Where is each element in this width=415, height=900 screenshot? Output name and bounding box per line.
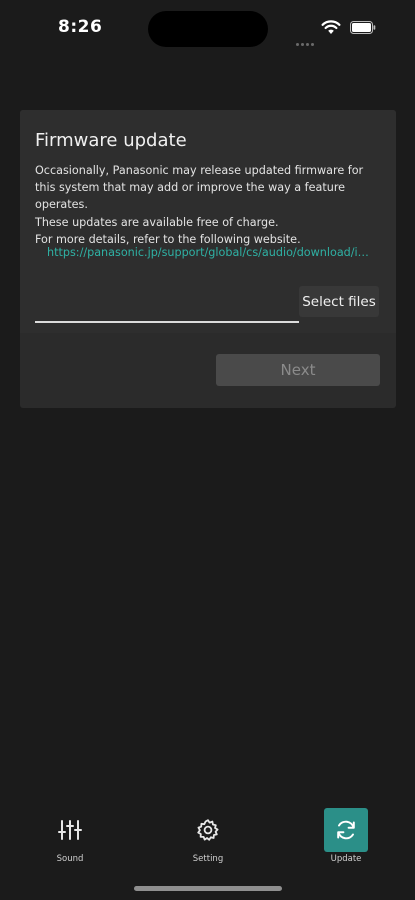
tab-setting-icon-wrap [186, 808, 230, 852]
card-title: Firmware update [35, 130, 187, 151]
tab-setting-label: Setting [192, 854, 224, 864]
screen: 8:26 Firmware update Occasionally, Panas… [0, 0, 415, 900]
sliders-icon [58, 820, 82, 840]
tab-setting[interactable]: Setting [178, 808, 238, 870]
cellular-signal-icon [296, 31, 316, 46]
bottom-tab-bar: Sound Setting Update [0, 800, 415, 870]
tab-update-label: Update [330, 854, 362, 864]
wifi-icon [321, 20, 341, 34]
select-files-button[interactable]: Select files [299, 286, 379, 317]
next-button[interactable]: Next [216, 354, 380, 386]
selected-file-field[interactable] [35, 321, 299, 323]
firmware-update-card: Firmware update Occasionally, Panasonic … [20, 110, 396, 408]
tab-update[interactable]: Update [316, 808, 376, 870]
home-indicator [134, 886, 282, 891]
support-website-link[interactable]: https://panasonic.jp/support/global/cs/a… [47, 246, 372, 259]
tab-sound[interactable]: Sound [40, 808, 100, 870]
tab-sound-label: Sound [56, 854, 84, 864]
tab-update-icon-wrap [324, 808, 368, 852]
gear-icon [197, 819, 219, 841]
card-description: Occasionally, Panasonic may release upda… [35, 164, 364, 246]
refresh-icon [337, 820, 355, 840]
status-bar: 8:26 [0, 0, 415, 56]
status-time: 8:26 [58, 17, 103, 37]
tab-sound-icon-wrap [48, 808, 92, 852]
battery-icon [350, 21, 376, 34]
firmware-info-section: Firmware update Occasionally, Panasonic … [20, 110, 396, 333]
dynamic-island [148, 11, 268, 47]
